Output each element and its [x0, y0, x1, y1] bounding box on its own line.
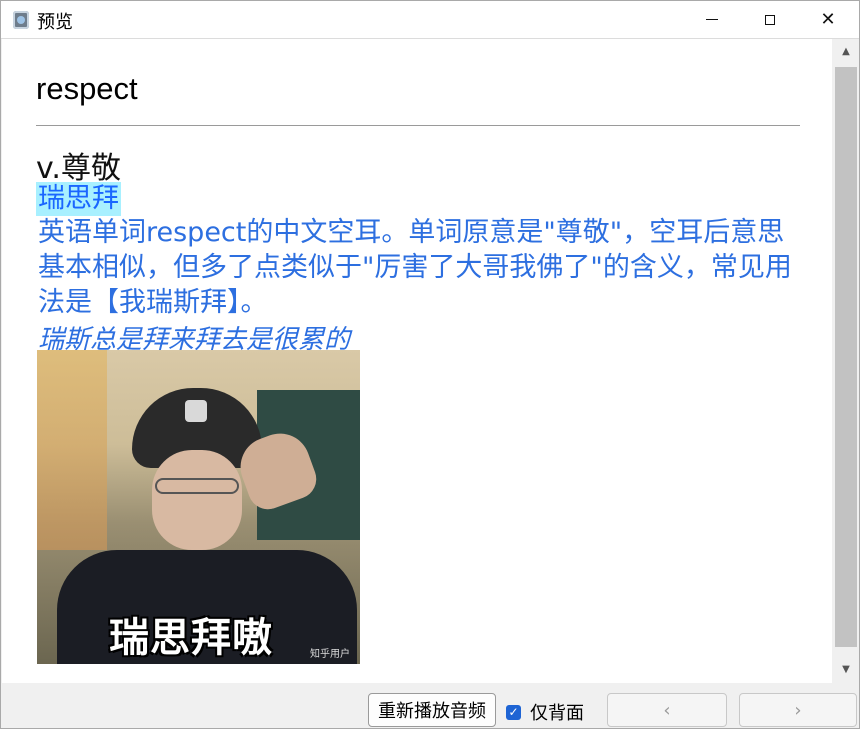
scroll-down-icon[interactable]: ▼	[833, 657, 859, 681]
divider	[36, 125, 800, 126]
maximize-icon	[765, 14, 775, 25]
part-of-speech: v.尊敬	[36, 151, 121, 186]
previous-button[interactable]: ‹	[607, 693, 727, 727]
chevron-right-icon: ›	[794, 699, 802, 721]
close-button[interactable]: ✕	[799, 1, 857, 38]
card-preview-area: respect v.尊敬 瑞思拜 英语单词respect的中文空耳。单词原意是"…	[2, 39, 832, 683]
next-button[interactable]: ›	[739, 693, 857, 727]
preview-window: 预览 ✕ respect v.尊敬 瑞思拜 英语单词respect的中文空耳。单…	[0, 0, 860, 729]
meme-image: 瑞思拜嗷 知乎用户	[37, 350, 360, 664]
scroll-thumb[interactable]	[835, 67, 857, 647]
scroll-up-icon[interactable]: ▲	[833, 39, 859, 63]
back-only-toggle[interactable]: ✓ 仅背面	[506, 699, 584, 725]
minimize-icon	[706, 19, 718, 20]
meme-caption: 瑞思拜嗷	[109, 615, 273, 661]
bottom-toolbar: 重新播放音频 ✓ 仅背面 ‹ ›	[1, 684, 859, 728]
maximize-button[interactable]	[741, 1, 799, 38]
back-only-checkbox[interactable]: ✓	[506, 704, 521, 720]
meme-watermark: 知乎用户	[310, 649, 350, 660]
highlight-term: 瑞思拜	[36, 182, 121, 216]
back-only-label: 仅背面	[530, 703, 584, 724]
replay-audio-button[interactable]: 重新播放音频	[368, 693, 496, 727]
close-icon: ✕	[820, 9, 836, 30]
meaning-text: 英语单词respect的中文空耳。单词原意是"尊敬"，空耳后意思基本相似，但多了…	[38, 217, 792, 318]
window-title: 预览	[37, 12, 73, 33]
vertical-scrollbar[interactable]: ▲ ▼	[833, 39, 859, 683]
title-bar: 预览 ✕	[1, 1, 859, 39]
chevron-left-icon: ‹	[663, 699, 671, 721]
minimize-button[interactable]	[683, 1, 741, 38]
app-icon	[13, 11, 29, 29]
entry-word: respect	[36, 71, 138, 106]
